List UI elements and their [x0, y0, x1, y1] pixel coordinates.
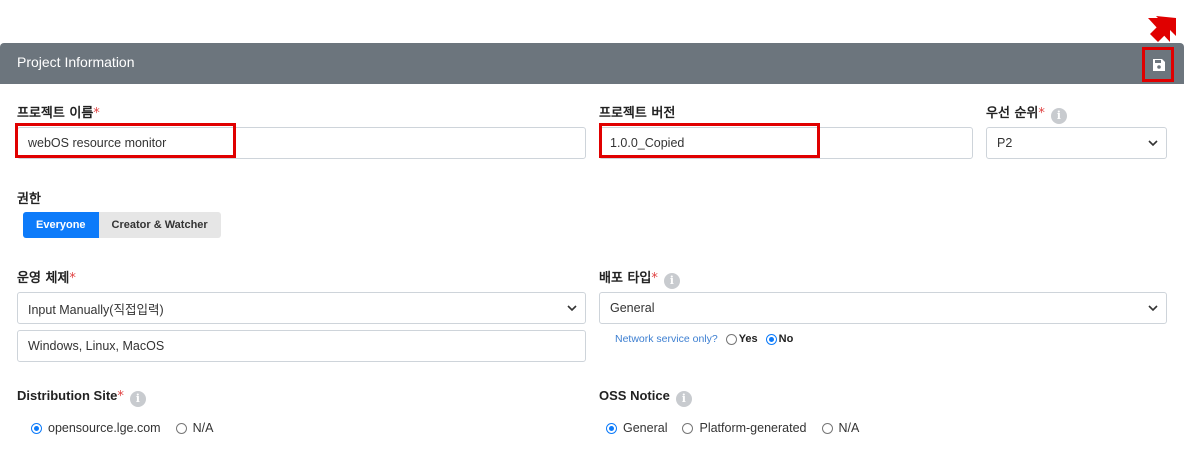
project-name-input[interactable]: webOS resource monitor — [17, 127, 586, 159]
radio-checked-icon — [606, 422, 617, 434]
oss-notice-label: OSS Notice i — [599, 388, 692, 407]
distribution-site-na-radio[interactable]: N/A — [175, 421, 213, 435]
network-service-label: Network service only? — [615, 333, 718, 345]
chevron-down-icon — [1148, 305, 1158, 312]
os-label: 운영 체제* — [17, 271, 76, 286]
radio-icon — [725, 333, 737, 345]
permission-creator-watcher-button[interactable]: Creator & Watcher — [98, 212, 221, 238]
priority-select[interactable]: P2 — [986, 127, 1167, 159]
project-name-label: 프로젝트 이름* — [17, 106, 100, 121]
chevron-down-icon — [1148, 140, 1158, 147]
network-service-row: Network service only? Yes No — [615, 333, 808, 345]
info-circle-icon[interactable]: i — [129, 391, 146, 407]
network-no-radio[interactable]: No — [765, 333, 793, 345]
distribution-type-select[interactable]: General — [599, 292, 1167, 324]
permission-toggle-group: Everyone Creator & Watcher — [23, 212, 221, 238]
distribution-site-label: Distribution Site* i — [17, 388, 146, 407]
save-highlight-box — [1142, 47, 1174, 82]
priority-label: 우선 순위* i — [986, 102, 1067, 124]
os-text-input[interactable]: Windows, Linux, MacOS — [17, 330, 586, 362]
permission-label: 권한 — [17, 192, 41, 207]
panel-header: Project Information — [0, 43, 1184, 84]
oss-notice-na-radio[interactable]: N/A — [821, 421, 859, 435]
distribution-site-lge-radio[interactable]: opensource.lge.com — [31, 421, 161, 435]
network-yes-radio[interactable]: Yes — [725, 333, 758, 345]
info-circle-icon[interactable]: i — [1050, 108, 1067, 124]
radio-checked-icon — [31, 422, 42, 434]
chevron-down-icon — [567, 305, 577, 312]
os-select[interactable]: Input Manually(직접입력) — [17, 292, 586, 324]
radio-icon — [682, 422, 694, 434]
radio-icon — [175, 422, 187, 434]
oss-notice-options: General Platform-generated N/A — [606, 421, 874, 435]
oss-notice-platform-radio[interactable]: Platform-generated — [682, 421, 807, 435]
annotation-arrow — [1148, 16, 1176, 42]
oss-notice-general-radio[interactable]: General — [606, 421, 667, 435]
radio-icon — [821, 422, 833, 434]
distribution-site-options: opensource.lge.com N/A — [31, 421, 228, 435]
project-version-input[interactable]: 1.0.0_Copied — [599, 127, 973, 159]
project-version-label: 프로젝트 버전 — [599, 106, 676, 121]
panel-title: Project Information — [17, 54, 135, 70]
radio-checked-icon — [765, 333, 777, 345]
permission-everyone-button[interactable]: Everyone — [23, 212, 99, 238]
distribution-type-label: 배포 타입* i — [599, 267, 680, 289]
info-circle-icon[interactable]: i — [675, 391, 692, 407]
info-circle-icon[interactable]: i — [663, 273, 680, 289]
